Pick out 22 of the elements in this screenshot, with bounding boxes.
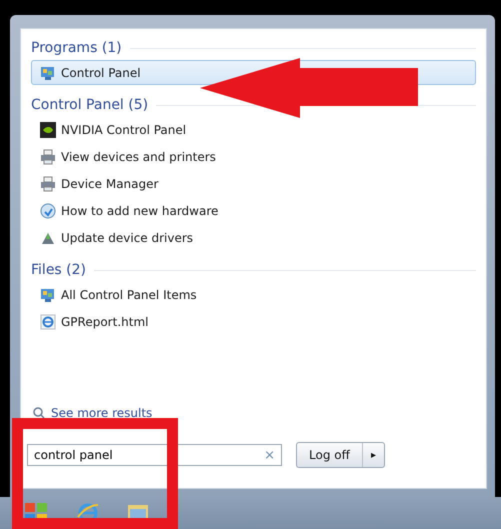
search-icon (33, 407, 45, 419)
log-off-button[interactable]: Log off (297, 443, 362, 467)
result-item[interactable]: View devices and printers (31, 144, 476, 169)
result-item[interactable]: GPReport.html (31, 309, 476, 334)
result-item[interactable]: NVIDIA Control Panel (31, 117, 476, 142)
control-panel-icon (40, 286, 56, 302)
hardware-icon (40, 202, 56, 218)
search-field[interactable]: control panel × (27, 444, 282, 466)
section-heading: Files (2) (31, 262, 86, 278)
section-heading: Control Panel (5) (31, 97, 148, 113)
result-item[interactable]: How to add new hardware (31, 198, 476, 223)
control-panel-icon (40, 64, 56, 80)
result-item[interactable]: Update device drivers (31, 225, 476, 250)
result-item[interactable]: Device Manager (31, 171, 476, 196)
see-more-link[interactable]: See more results (51, 406, 152, 420)
result-item[interactable]: All Control Panel Items (31, 282, 476, 307)
printer-icon (40, 176, 56, 192)
nvidia-icon (40, 122, 56, 138)
printer-icon (40, 148, 56, 164)
shutdown-options-button[interactable]: ▸ (362, 443, 384, 467)
browser-icon (40, 314, 56, 330)
section-heading: Programs (1) (31, 40, 122, 56)
